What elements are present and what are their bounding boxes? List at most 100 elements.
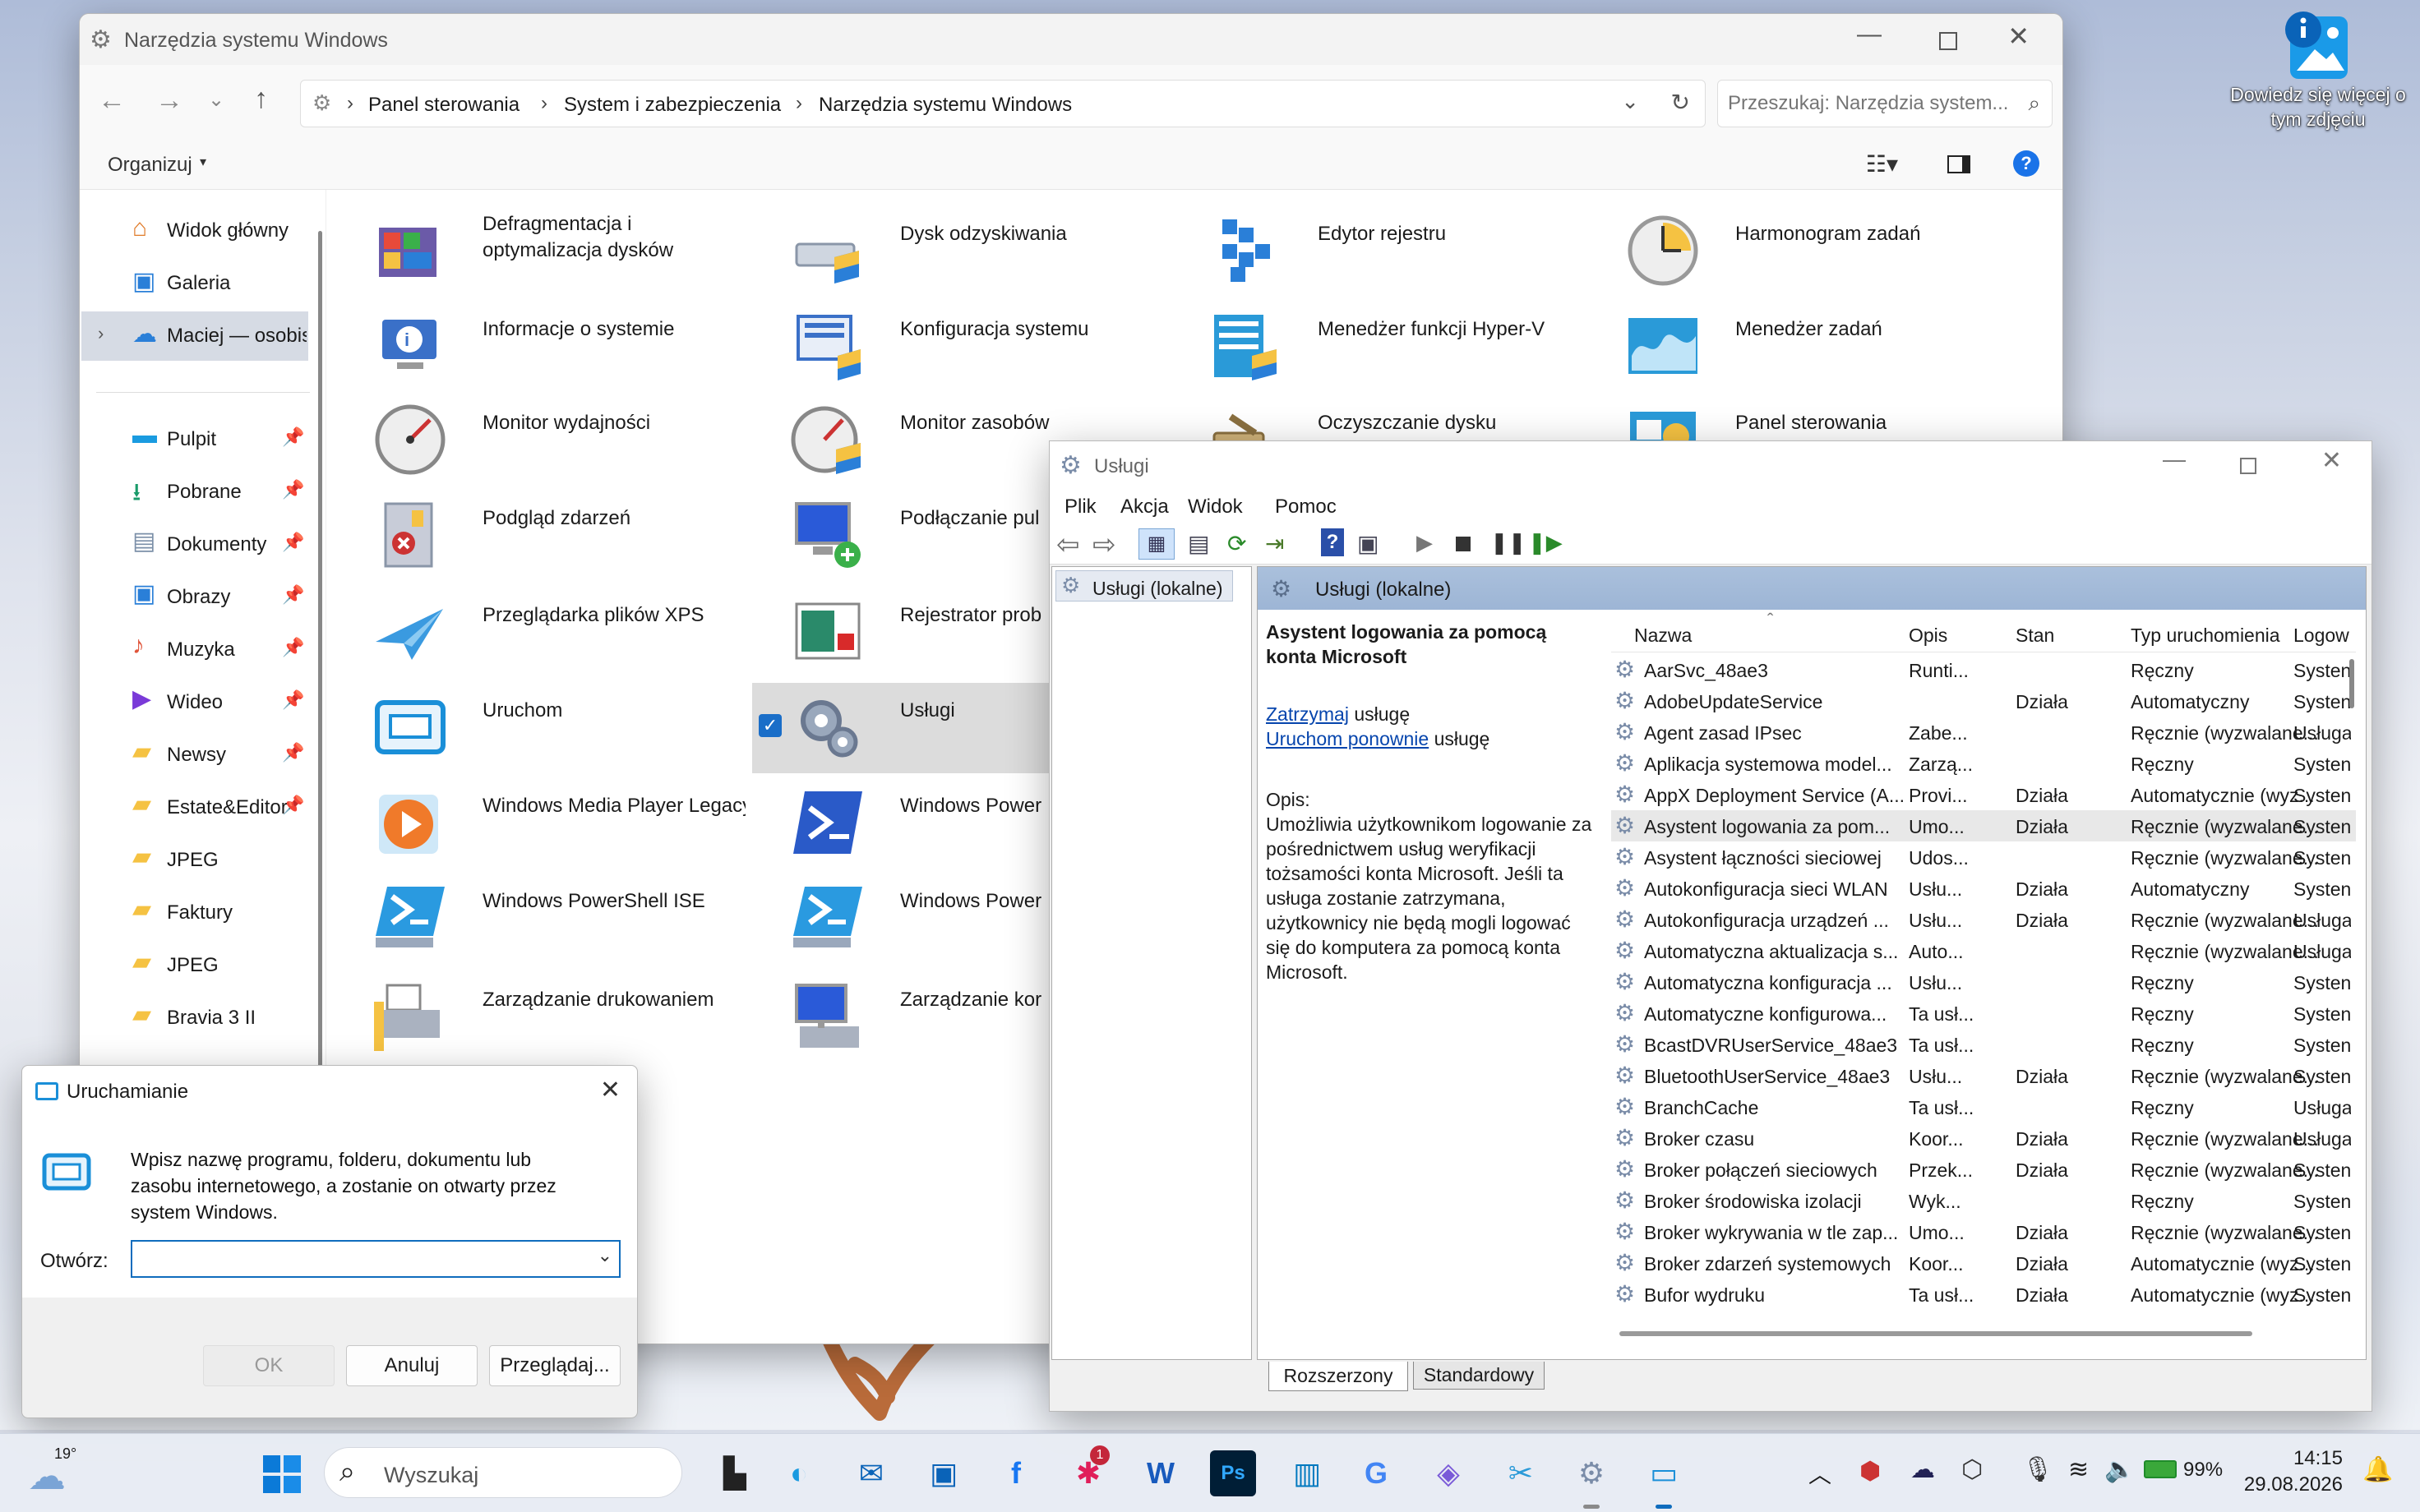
nav-item[interactable]: ▰ Bravia 3 II [81,993,308,1041]
column-header[interactable]: Logow [2293,625,2349,647]
snipping-icon[interactable]: ✂ [1498,1450,1544,1496]
table-row[interactable]: ⚙ Asystent logowania za pom... Umo... Dział… [1611,810,2356,841]
nav-item[interactable]: ▰ Estate&Editor 📌 [81,783,308,831]
pin-icon[interactable]: 📌 [282,689,304,711]
tool-item[interactable]: Podgląd zdarzeń [335,491,746,581]
nav-item[interactable]: ▶ Wideo 📌 [81,678,308,726]
tool-item[interactable]: Windows Media Player Legacy [335,778,746,869]
tray-overflow-icon[interactable]: ︿ [1808,1457,1831,1490]
trello-icon[interactable]: ▥ [1284,1450,1330,1496]
restart-service-icon[interactable]: ❚▶ [1528,530,1563,555]
table-row[interactable]: ⚙ Broker zdarzeń systemowych Koor... Działa… [1611,1247,2356,1279]
table-row[interactable]: ⚙ AppX Deployment Service (A... Provi... Dz… [1611,779,2356,810]
nav-item[interactable]: › ☁ Maciej — osobis [81,311,308,361]
vpn-icon[interactable]: ⬡ [1961,1455,1983,1484]
back-arrow-icon[interactable]: ← [98,85,126,117]
export-icon[interactable]: ⇥ [1265,530,1284,557]
column-header[interactable]: Opis [1909,625,1947,647]
column-header[interactable]: Nazwa [1634,625,1692,647]
pin-icon[interactable]: 📌 [282,637,304,658]
search-box[interactable]: ⌕ [1717,80,2053,127]
browse-button[interactable]: Przeglądaj... [489,1345,621,1386]
start-button[interactable] [261,1454,302,1495]
nav-item[interactable]: ▣ Obrazy 📌 [81,573,308,620]
table-row[interactable]: ⚙ Automatyczne konfigurowa... Ta usł... Ręc… [1611,998,2356,1029]
help-icon[interactable]: ? [2013,150,2039,177]
table-row[interactable]: ⚙ Broker środowiska izolacji Wyk... Ręczny S… [1611,1185,2356,1216]
stop-service-link[interactable]: Zatrzymaj [1266,703,1349,725]
nav-item[interactable]: ▤ Dokumenty 📌 [81,520,308,568]
vertical-scrollbar[interactable] [2349,659,2354,708]
table-row[interactable]: ⚙ Broker czasu Koor... Działa Ręcznie (wyzwa… [1611,1122,2356,1154]
nav-item[interactable]: ▣ Galeria [81,259,308,308]
pin-icon[interactable]: 📌 [282,742,304,763]
nav-item[interactable]: ⭳ Pobrane 📌 [81,468,308,515]
table-row[interactable]: ⚙ AarSvc_48ae3 Runti... Ręczny Systen [1611,654,2356,685]
clock[interactable]: 14:15 29.08.2026 [2228,1445,2343,1498]
nav-item[interactable]: ♪ Muzyka 📌 [81,625,308,673]
nav-item[interactable]: ▰ JPEG [81,836,308,883]
tree-item-services-local[interactable]: ⚙ Usługi (lokalne) [1055,570,1233,602]
tool-item[interactable]: Defragmentacja i optymalizacja dysków [335,206,746,297]
refresh-icon[interactable]: ↻ [1671,89,1690,116]
nav-item[interactable]: ▬ Pulpit 📌 [81,415,308,463]
open-input[interactable] [139,1247,583,1271]
preview-pane-icon[interactable] [1947,155,1970,173]
close-button[interactable]: ✕ [2321,446,2342,475]
taskbar-search[interactable]: ⌕ Wyszukaj [324,1447,682,1498]
start-service-icon[interactable]: ▶ [1416,530,1433,555]
table-row[interactable]: ⚙ Broker wykrywania w tle zap... Umo... Dzi… [1611,1216,2356,1247]
forward-arrow-icon[interactable]: → [155,85,183,117]
up-arrow-icon[interactable]: ↑ [254,83,268,115]
show-tree-icon[interactable]: ▦ [1138,528,1175,560]
pin-icon[interactable]: 📌 [282,795,304,816]
nav-scrollbar[interactable] [318,231,322,1135]
refresh-icon[interactable]: ⟳ [1227,530,1246,557]
task-view-icon[interactable]: ▙ [712,1450,758,1496]
menu-item[interactable]: Akcja [1120,496,1169,519]
tool-item[interactable]: Menedżer zadań [1587,302,1998,392]
nav-item[interactable]: ▰ JPEG [81,941,308,989]
selection-checkbox[interactable]: ✓ [759,714,782,737]
table-row[interactable]: ⚙ Autokonfiguracja sieci WLAN Usłu... Dział… [1611,873,2356,904]
address-bar[interactable]: ⚙ › Panel sterowania › System i zabezpie… [300,80,1706,127]
edge-icon[interactable]: ◐ [776,1450,822,1496]
pin-icon[interactable]: 📌 [282,479,304,500]
help-book-icon[interactable]: ? [1321,528,1344,556]
explorer-titlebar[interactable]: ⚙ Narzędzia systemu Windows — ✕ [80,14,2062,65]
table-row[interactable]: ⚙ BcastDVRUserService_48ae3 Ta usł... Ręczn… [1611,1029,2356,1060]
back-icon[interactable]: ⇦ [1056,528,1080,561]
forward-icon[interactable]: ⇨ [1092,528,1116,561]
search-input[interactable] [1728,90,2007,117]
menu-item[interactable]: Pomoc [1275,496,1337,519]
column-header[interactable]: Stan [2016,625,2054,647]
table-row[interactable]: ⚙ Aplikacja systemowa model... Zarzą... Ręc… [1611,748,2356,779]
facebook-icon[interactable]: f [993,1450,1039,1496]
minimize-button[interactable]: — [2163,446,2186,472]
ok-button[interactable]: OK [203,1345,335,1386]
breadcrumb-item[interactable]: System i zabezpieczenia [564,94,781,117]
table-row[interactable]: ⚙ Agent zasad IPsec Zabe... Ręcznie (wyzwal… [1611,717,2356,748]
outlook-icon[interactable]: ✉ [848,1450,894,1496]
nav-item[interactable]: ▰ Faktury [81,888,308,936]
notifications-bell-icon[interactable]: 🔔 [2362,1455,2393,1484]
open-combobox[interactable]: ⌄ [131,1240,621,1278]
tool-item[interactable]: Monitor wydajności [335,395,746,486]
run-taskbar-icon[interactable]: ▭ [1641,1450,1687,1496]
close-button[interactable]: ✕ [2007,21,2030,52]
dropdown-chevron-icon[interactable]: ⌄ [598,1245,612,1266]
tool-item[interactable]: Harmonogram zadań [1587,206,1998,297]
battery-icon[interactable] [2144,1460,2177,1478]
pin-icon[interactable]: 📌 [282,532,304,553]
tab-extended[interactable]: Rozszerzony [1268,1362,1408,1391]
tab-standard[interactable]: Standardowy [1413,1362,1545,1390]
translate-icon[interactable]: G [1353,1450,1399,1496]
cancel-button[interactable]: Anuluj [346,1345,478,1386]
breadcrumb-item[interactable]: Narzędzia systemu Windows [819,94,1072,117]
word-icon[interactable]: W [1138,1450,1184,1496]
menu-item[interactable]: Plik [1065,496,1097,519]
table-row[interactable]: ⚙ Asystent łączności sieciowej Udos... Ręcz… [1611,841,2356,873]
tool-item[interactable]: Uruchom [335,683,746,773]
nav-item[interactable]: ⌂ Widok główny [81,206,308,256]
restart-service-link[interactable]: Uruchom ponownie [1266,728,1429,749]
